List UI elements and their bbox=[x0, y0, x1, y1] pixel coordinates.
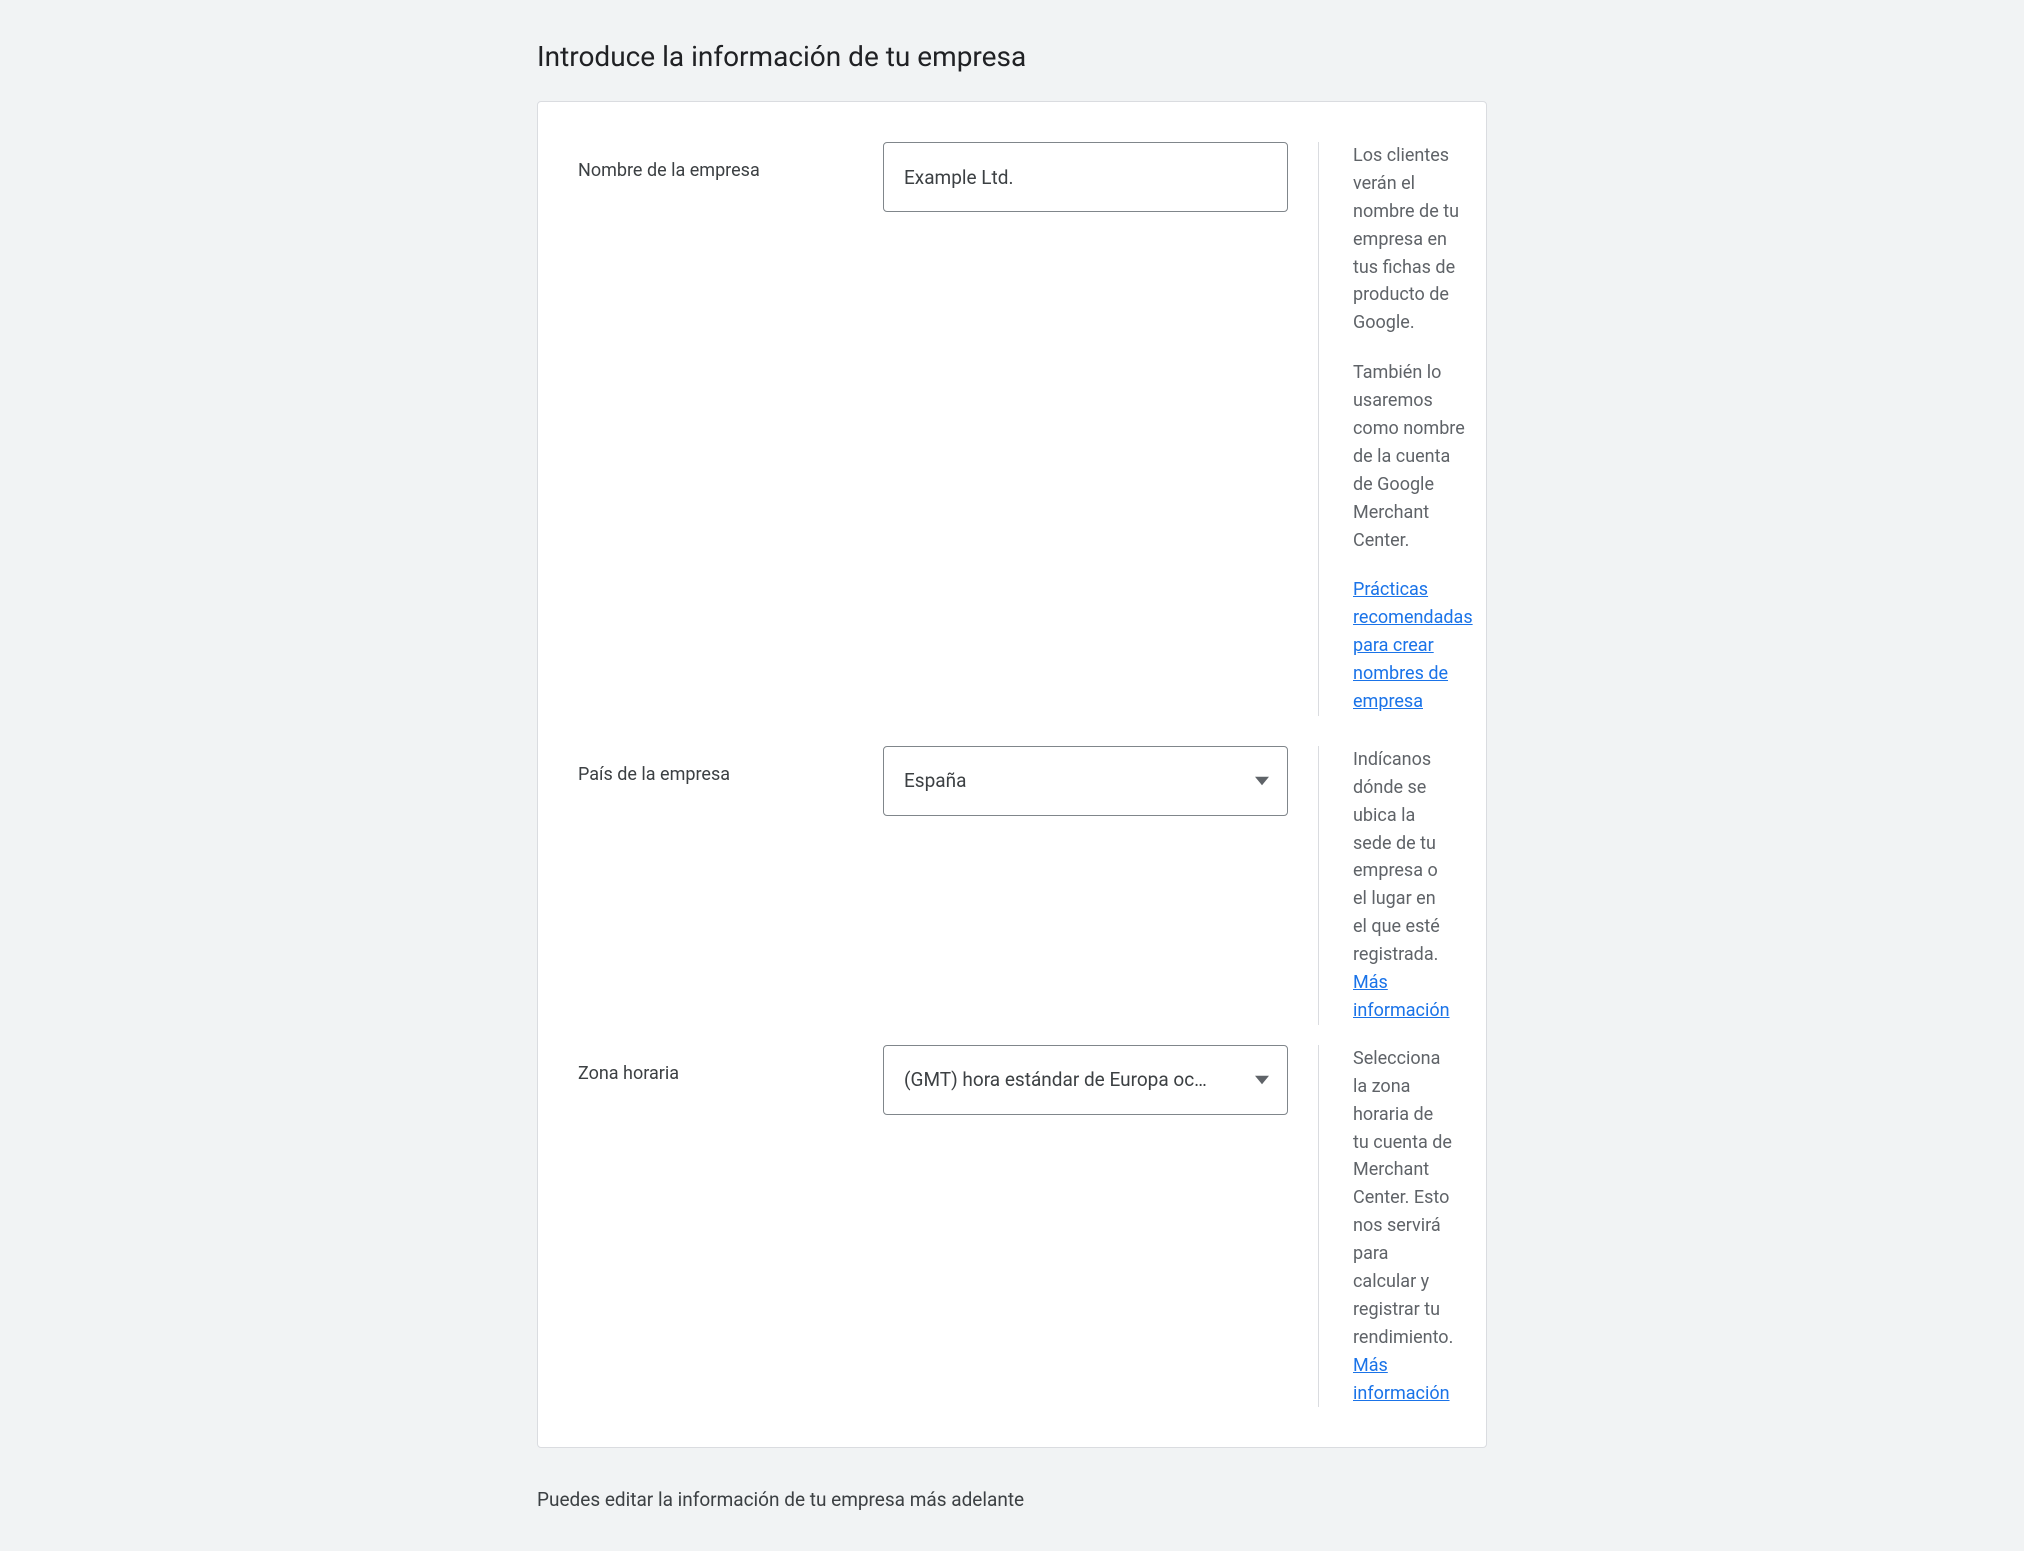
country-row: País de la empresa España Indícanos dónd… bbox=[578, 746, 1446, 1025]
timezone-select-value: (GMT) hora estándar de Europa oc… bbox=[904, 1068, 1237, 1091]
country-help-link[interactable]: Más información bbox=[1353, 972, 1450, 1021]
business-info-card: Nombre de la empresa Los clientes verán … bbox=[537, 101, 1487, 1448]
timezone-help: Selecciona la zona horaria de tu cuenta … bbox=[1353, 1045, 1453, 1408]
business-name-label: Nombre de la empresa bbox=[578, 160, 760, 181]
timezone-label: Zona horaria bbox=[578, 1063, 679, 1084]
country-help: Indícanos dónde se ubica la sede de tu e… bbox=[1353, 746, 1450, 1025]
page-title: Introduce la información de tu empresa bbox=[537, 40, 1487, 73]
country-select-value: España bbox=[904, 769, 1237, 792]
business-name-help-2: También lo usaremos como nombre de la cu… bbox=[1353, 359, 1473, 554]
timezone-row: Zona horaria (GMT) hora estándar de Euro… bbox=[578, 1045, 1446, 1408]
business-name-help-link[interactable]: Prácticas recomendadas para crear nombre… bbox=[1353, 576, 1473, 715]
chevron-down-icon bbox=[1255, 1075, 1269, 1085]
business-name-row: Nombre de la empresa Los clientes verán … bbox=[578, 142, 1446, 716]
timezone-select[interactable]: (GMT) hora estándar de Europa oc… bbox=[883, 1045, 1288, 1115]
business-name-input[interactable] bbox=[883, 142, 1288, 212]
footer-note: Puedes editar la información de tu empre… bbox=[537, 1488, 1487, 1511]
country-label: País de la empresa bbox=[578, 764, 730, 785]
chevron-down-icon bbox=[1255, 776, 1269, 786]
business-name-help-1: Los clientes verán el nombre de tu empre… bbox=[1353, 142, 1473, 337]
timezone-help-link[interactable]: Más información bbox=[1353, 1355, 1450, 1404]
country-select[interactable]: España bbox=[883, 746, 1288, 816]
